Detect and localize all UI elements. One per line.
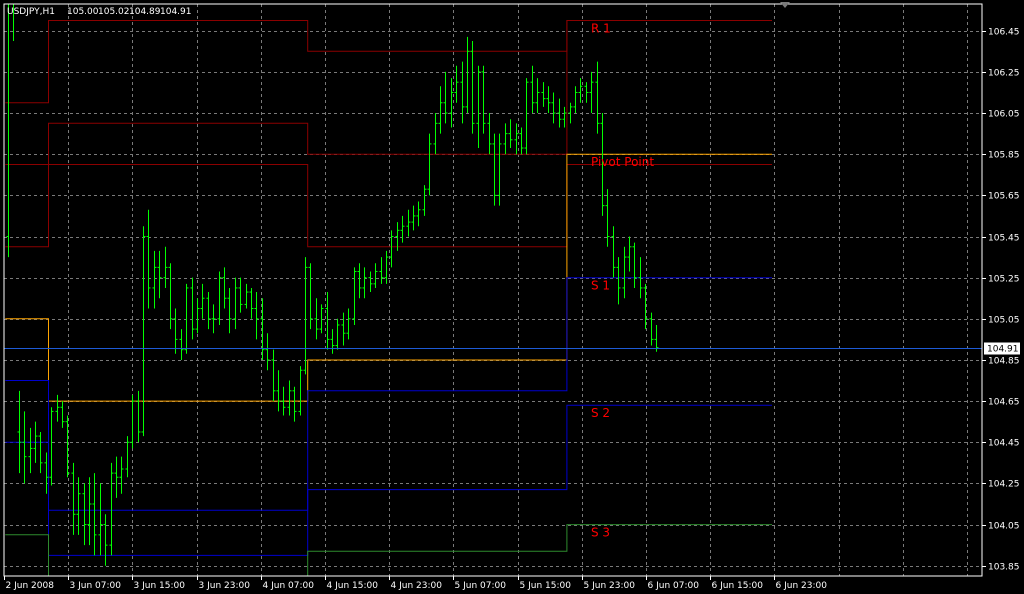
x-tick-label: 4 Jun 15:00 xyxy=(327,581,379,591)
level-label-s2: S 2 xyxy=(591,406,610,420)
x-tick-label: 5 Jun 23:00 xyxy=(584,581,636,591)
y-tick-label: 104.25 xyxy=(988,480,1020,490)
chart-info-close: 104.91 xyxy=(160,7,192,17)
x-tick-label: 4 Jun 23:00 xyxy=(391,581,443,591)
x-tick-label: 2 Jun 2008 xyxy=(6,581,55,591)
chart-info-high: 105.02 xyxy=(98,7,130,17)
y-tick-label: 104.05 xyxy=(988,522,1020,532)
chart-info-symbol: USDJPY,H1 xyxy=(7,7,55,17)
x-tick-label: 6 Jun 23:00 xyxy=(776,581,828,591)
x-tick-label: 6 Jun 07:00 xyxy=(648,581,700,591)
x-tick-label: 6 Jun 15:00 xyxy=(712,581,764,591)
level-label-s3: S 3 xyxy=(591,526,610,540)
y-tick-label: 105.65 xyxy=(988,192,1020,202)
level-label-r1: R 1 xyxy=(591,22,611,36)
y-tick-label: 106.45 xyxy=(988,28,1020,38)
x-tick-label: 3 Jun 23:00 xyxy=(199,581,251,591)
x-tick-label: 3 Jun 15:00 xyxy=(134,581,186,591)
y-tick-label: 104.65 xyxy=(988,398,1020,408)
x-tick-label: 4 Jun 07:00 xyxy=(263,581,315,591)
current-price-badge: 104.91 xyxy=(984,343,1020,355)
y-tick-label: 103.85 xyxy=(988,563,1020,573)
y-tick-label: 104.45 xyxy=(988,439,1020,449)
current-price-label: 104.91 xyxy=(987,345,1019,355)
y-tick-label: 105.25 xyxy=(988,275,1020,285)
y-tick-label: 104.85 xyxy=(988,357,1020,367)
level-label-s1: S 1 xyxy=(591,279,610,293)
y-tick-label: 105.45 xyxy=(988,234,1020,244)
chart-info-open: 105.00 xyxy=(67,7,99,17)
price-chart[interactable]: R 1 Pivot Point S 1 S 2 S 3 106.45 106.25 106.… xyxy=(0,0,1024,594)
x-tick-label: 3 Jun 07:00 xyxy=(70,581,122,591)
y-tick-label: 106.25 xyxy=(988,69,1020,79)
y-tick-label: 105.85 xyxy=(988,151,1020,161)
chart-background xyxy=(0,0,1024,594)
chart-info-low: 104.89 xyxy=(129,7,161,17)
y-tick-label: 105.05 xyxy=(988,316,1020,326)
x-tick-label: 5 Jun 07:00 xyxy=(455,581,507,591)
y-tick-label: 106.05 xyxy=(988,110,1020,120)
x-tick-label: 5 Jun 15:00 xyxy=(520,581,572,591)
level-label-pivot: Pivot Point xyxy=(591,155,654,169)
